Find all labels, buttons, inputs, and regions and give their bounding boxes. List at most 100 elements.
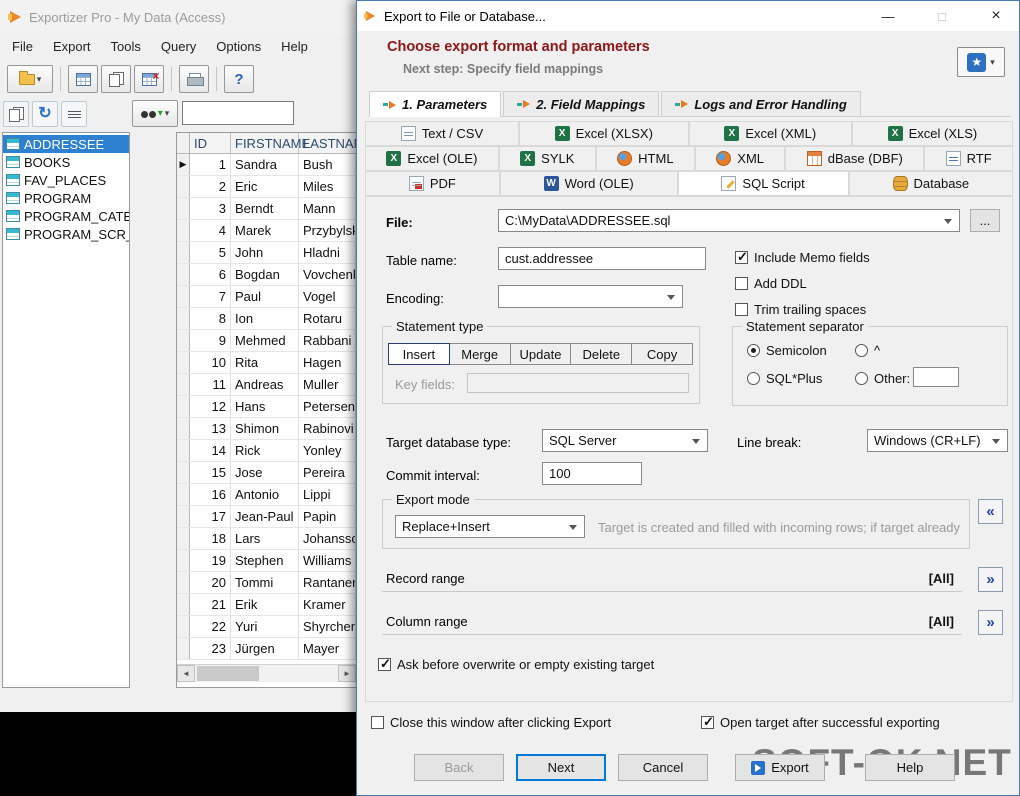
- table-row[interactable]: 17 Jean-Paul Papin: [177, 506, 356, 528]
- menu-tools[interactable]: Tools: [101, 34, 151, 60]
- key-fields-input[interactable]: [467, 373, 689, 393]
- export-button[interactable]: Export: [735, 754, 825, 781]
- minimize-button[interactable]: —: [865, 1, 911, 31]
- close-button[interactable]: ×: [973, 1, 1019, 31]
- find-button[interactable]: ▾ ▾: [132, 100, 178, 127]
- table-list-item[interactable]: FAV_PLACES: [3, 171, 129, 189]
- next-button[interactable]: Next: [516, 754, 606, 781]
- table-row[interactable]: 23 Jürgen Mayer: [177, 638, 356, 660]
- export-mode-combo[interactable]: Replace+Insert: [395, 515, 585, 538]
- scroll-left-button[interactable]: ◄: [177, 665, 195, 682]
- table-list-item[interactable]: PROGRAM: [3, 189, 129, 207]
- delete-filter-button[interactable]: ×: [134, 65, 164, 93]
- horizontal-scrollbar[interactable]: ◄ ►: [177, 664, 356, 682]
- show-table-button[interactable]: [68, 65, 98, 93]
- other-separator-input[interactable]: [913, 367, 959, 387]
- target-db-combo[interactable]: SQL Server: [542, 429, 708, 452]
- table-name-input[interactable]: cust.addressee: [498, 247, 706, 270]
- menu-export[interactable]: Export: [43, 34, 101, 60]
- line-break-combo[interactable]: Windows (CR+LF): [867, 429, 1008, 452]
- table-list-item[interactable]: ADDRESSEE: [3, 135, 129, 153]
- format-tab-excel-xlsx-[interactable]: Excel (XLSX): [518, 121, 689, 146]
- column-header-id[interactable]: ID: [190, 133, 231, 153]
- help-button[interactable]: Help: [865, 754, 955, 781]
- menu-file[interactable]: File: [2, 34, 43, 60]
- collapse-panel-button[interactable]: «: [978, 499, 1003, 524]
- search-input[interactable]: [182, 101, 294, 125]
- commit-interval-input[interactable]: 100: [542, 462, 642, 485]
- format-tab-sylk[interactable]: SYLK: [498, 146, 596, 171]
- chevron-down-icon[interactable]: ▾: [37, 74, 42, 84]
- statement-copy-button[interactable]: Copy: [631, 343, 693, 365]
- table-row[interactable]: 10 Rita Hagen: [177, 352, 356, 374]
- caret-radio[interactable]: ^: [855, 343, 880, 358]
- open-database-button[interactable]: ▾: [7, 65, 53, 93]
- statement-merge-button[interactable]: Merge: [448, 343, 511, 365]
- encoding-combo[interactable]: [498, 285, 683, 308]
- step-tab-2-field-mappings[interactable]: 2. Field Mappings: [503, 91, 660, 116]
- menu-query[interactable]: Query: [151, 34, 206, 60]
- table-row[interactable]: 7 Paul Vogel: [177, 286, 356, 308]
- format-tab-dbase-dbf-[interactable]: dBase (DBF): [785, 146, 925, 171]
- format-tab-sql-script[interactable]: SQL Script: [677, 171, 849, 196]
- other-radio[interactable]: Other:: [855, 371, 910, 386]
- refresh-button[interactable]: ↻: [32, 101, 58, 127]
- table-row[interactable]: 2 Eric Miles: [177, 176, 356, 198]
- browse-button[interactable]: ...: [970, 209, 1000, 232]
- table-row[interactable]: 20 Tommi Rantanen: [177, 572, 356, 594]
- trim-spaces-checkbox[interactable]: Trim trailing spaces: [735, 302, 866, 317]
- print-button[interactable]: [179, 65, 209, 93]
- format-tab-excel-xml-[interactable]: Excel (XML): [688, 121, 852, 146]
- format-tab-rtf[interactable]: RTF: [924, 146, 1014, 171]
- format-tab-text-csv[interactable]: Text / CSV: [365, 121, 519, 146]
- table-row[interactable]: 4 Marek Przybylsk: [177, 220, 356, 242]
- close-after-export-checkbox[interactable]: Close this window after clicking Export: [371, 715, 611, 730]
- format-tab-html[interactable]: HTML: [595, 146, 695, 171]
- table-row[interactable]: 13 Shimon Rabinovi: [177, 418, 356, 440]
- chevron-down-icon[interactable]: ▾: [990, 57, 995, 67]
- table-row[interactable]: 11 Andreas Muller: [177, 374, 356, 396]
- step-tab-logs-and-error-handling[interactable]: Logs and Error Handling: [661, 91, 861, 116]
- menu-help[interactable]: Help: [271, 34, 318, 60]
- list-view-button[interactable]: [61, 101, 87, 127]
- table-row[interactable]: 16 Antonio Lippi: [177, 484, 356, 506]
- format-tab-word-ole-[interactable]: Word (OLE): [499, 171, 678, 196]
- format-tab-excel-ole-[interactable]: Excel (OLE): [365, 146, 499, 171]
- table-row[interactable]: 3 Berndt Mann: [177, 198, 356, 220]
- format-tab-pdf[interactable]: PDF: [365, 171, 500, 196]
- format-tab-xml[interactable]: XML: [694, 146, 786, 171]
- chevron-down-icon[interactable]: ▾: [165, 109, 170, 118]
- statement-update-button[interactable]: Update: [509, 343, 572, 365]
- back-button[interactable]: Back: [414, 754, 504, 781]
- scroll-right-button[interactable]: ►: [338, 665, 356, 682]
- table-row[interactable]: 12 Hans Petersen: [177, 396, 356, 418]
- copy-records-button[interactable]: [3, 101, 29, 127]
- menu-options[interactable]: Options: [206, 34, 271, 60]
- column-header-lastname[interactable]: LASTNAME: [299, 133, 356, 153]
- table-row[interactable]: ▶ 1 Sandra Bush: [177, 154, 356, 176]
- table-row[interactable]: 21 Erik Kramer: [177, 594, 356, 616]
- table-row[interactable]: 18 Lars Johansso: [177, 528, 356, 550]
- record-range-button[interactable]: »: [978, 567, 1003, 592]
- step-tab-1-parameters[interactable]: 1. Parameters: [369, 91, 502, 117]
- cancel-button[interactable]: Cancel: [618, 754, 708, 781]
- format-tab-excel-xls-[interactable]: Excel (XLS): [851, 121, 1013, 146]
- include-memo-checkbox[interactable]: Include Memo fields: [735, 249, 870, 265]
- table-list-item[interactable]: PROGRAM_CATEGORY: [3, 207, 129, 225]
- ask-overwrite-checkbox[interactable]: Ask before overwrite or empty existing t…: [378, 656, 654, 672]
- open-target-checkbox[interactable]: Open target after successful exporting: [701, 714, 940, 730]
- table-row[interactable]: 14 Rick Yonley: [177, 440, 356, 462]
- table-list-item[interactable]: PROGRAM_SCR_SHOT: [3, 225, 129, 243]
- copy-table-button[interactable]: [101, 65, 131, 93]
- table-row[interactable]: 9 Mehmed Rabbani: [177, 330, 356, 352]
- column-header-firstname[interactable]: FIRSTNAME: [231, 133, 310, 153]
- file-combo[interactable]: C:\MyData\ADDRESSEE.sql: [498, 209, 960, 232]
- statement-delete-button[interactable]: Delete: [570, 343, 633, 365]
- table-row[interactable]: 19 Stephen Williams: [177, 550, 356, 572]
- add-ddl-checkbox[interactable]: Add DDL: [735, 276, 807, 291]
- table-row[interactable]: 6 Bogdan Vovchenk: [177, 264, 356, 286]
- favorites-button[interactable]: ★ ▾: [957, 47, 1005, 77]
- scrollbar-thumb[interactable]: [197, 666, 259, 681]
- semicolon-radio[interactable]: Semicolon: [747, 343, 827, 358]
- help-button-toolbar[interactable]: ?: [224, 65, 254, 93]
